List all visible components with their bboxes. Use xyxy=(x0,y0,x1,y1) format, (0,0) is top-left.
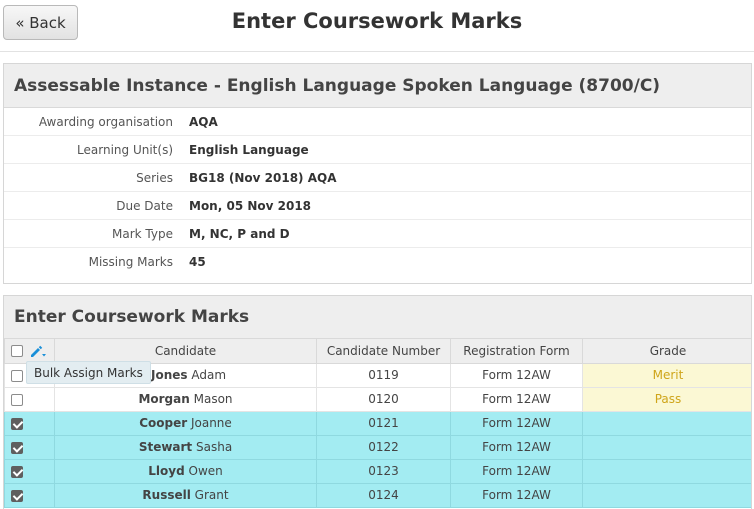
table-row[interactable]: Lloyd Owen 0123 Form 12AW xyxy=(4,458,751,484)
info-row-mark-type: Mark Type M, NC, P and D xyxy=(4,220,751,248)
candidate-cell: Russell Grant xyxy=(54,482,317,508)
info-value: BG18 (Nov 2018) AQA xyxy=(189,170,337,185)
candidate-number-cell: 0121 xyxy=(316,410,451,436)
candidate-number-cell: 0119 xyxy=(316,362,451,388)
top-bar: « Back Enter Coursework Marks xyxy=(0,0,754,52)
info-label: Mark Type xyxy=(112,226,173,241)
candidate-cell: Lloyd Owen xyxy=(54,458,317,484)
grade-cell[interactable]: Merit xyxy=(582,362,751,388)
candidate-number-cell: 0124 xyxy=(316,482,451,508)
candidate-cell: Cooper Joanne xyxy=(54,410,317,436)
registration-form-cell: Form 12AW xyxy=(450,386,583,412)
info-value: 45 xyxy=(189,255,206,269)
table-header-row: Candidate Candidate Number Registration … xyxy=(4,339,751,364)
row-checkbox[interactable] xyxy=(11,393,23,406)
candidate-forename: Joanne xyxy=(190,416,232,430)
candidate-forename: Adam xyxy=(191,368,227,382)
select-all-checkbox[interactable] xyxy=(11,344,23,357)
bulk-assign-pencil-icon[interactable] xyxy=(29,344,47,358)
row-select-cell xyxy=(4,434,55,460)
row-select-cell xyxy=(4,458,55,484)
table-row[interactable]: Russell Grant 0124 Form 12AW xyxy=(4,482,751,508)
coursework-marks-panel: Enter Coursework Marks Candidate Candida… xyxy=(3,295,752,509)
grade-cell[interactable] xyxy=(582,410,751,436)
info-row-learning-units: Learning Unit(s) English Language xyxy=(4,136,751,164)
row-checkbox[interactable] xyxy=(11,465,23,478)
candidate-forename: Grant xyxy=(194,488,229,502)
row-select-cell xyxy=(4,482,55,508)
candidate-surname: Stewart xyxy=(138,440,193,454)
registration-form-cell: Form 12AW xyxy=(450,434,583,460)
registration-form-cell: Form 12AW xyxy=(450,410,583,436)
registration-form-cell: Form 12AW xyxy=(450,458,583,484)
candidate-forename: Mason xyxy=(193,392,233,406)
candidate-forename: Owen xyxy=(188,464,223,478)
registration-form-cell: Form 12AW xyxy=(450,482,583,508)
page-title: Enter Coursework Marks xyxy=(231,9,523,33)
candidate-number-cell: 0123 xyxy=(316,458,451,484)
marks-heading: Enter Coursework Marks xyxy=(4,296,751,339)
candidate-number-cell: 0120 xyxy=(316,386,451,412)
info-row-missing-marks: Missing Marks 45 xyxy=(4,248,751,276)
table-row[interactable]: Morgan Mason 0120 Form 12AW Pass xyxy=(4,386,751,412)
grade-header[interactable]: Grade xyxy=(582,339,751,364)
candidate-header[interactable]: Candidate xyxy=(54,339,317,364)
select-header xyxy=(4,339,55,364)
registration-form-cell: Form 12AW xyxy=(450,362,583,388)
info-label: Series xyxy=(136,170,173,185)
grade-cell[interactable] xyxy=(582,458,751,484)
candidate-cell: Morgan Mason xyxy=(54,386,317,412)
info-row-series: Series BG18 (Nov 2018) AQA xyxy=(4,164,751,192)
info-row-awarding-organisation: Awarding organisation AQA xyxy=(4,108,751,136)
grade-cell[interactable]: Pass xyxy=(582,386,751,412)
info-label: Learning Unit(s) xyxy=(77,142,173,157)
candidate-surname: Jones xyxy=(151,368,188,382)
row-select-cell xyxy=(4,410,55,436)
row-select-cell xyxy=(4,386,55,412)
candidate-surname: Lloyd xyxy=(148,464,185,478)
candidate-forename: Sasha xyxy=(196,440,233,454)
row-checkbox[interactable] xyxy=(11,369,23,382)
info-row-due-date: Due Date Mon, 05 Nov 2018 xyxy=(4,192,751,220)
candidate-cell: Stewart Sasha xyxy=(54,434,317,460)
row-checkbox[interactable] xyxy=(11,417,23,430)
registration-form-header[interactable]: Registration Form xyxy=(450,339,583,364)
info-label: Awarding organisation xyxy=(38,114,173,129)
row-checkbox[interactable] xyxy=(11,489,23,502)
info-value: English Language xyxy=(189,142,309,157)
candidate-surname: Russell xyxy=(142,488,191,502)
candidate-number-header[interactable]: Candidate Number xyxy=(316,339,451,364)
info-value: M, NC, P and D xyxy=(189,226,290,241)
row-checkbox[interactable] xyxy=(11,441,23,454)
instance-heading: Assessable Instance - English Language S… xyxy=(4,64,751,108)
table-row[interactable]: Stewart Sasha 0122 Form 12AW xyxy=(4,434,751,460)
info-label: Missing Marks xyxy=(88,255,173,269)
candidate-surname: Morgan xyxy=(138,392,190,406)
grade-cell[interactable] xyxy=(582,434,751,460)
table-row[interactable]: Cooper Joanne 0121 Form 12AW xyxy=(4,410,751,436)
info-value: Mon, 05 Nov 2018 xyxy=(189,198,312,213)
info-label: Due Date xyxy=(116,198,173,213)
candidate-number-cell: 0122 xyxy=(316,434,451,460)
info-value: AQA xyxy=(189,114,218,129)
bulk-assign-tooltip: Bulk Assign Marks xyxy=(26,361,151,384)
grade-cell[interactable] xyxy=(582,482,751,508)
candidate-surname: Cooper xyxy=(139,416,188,430)
assessable-instance-panel: Assessable Instance - English Language S… xyxy=(3,63,752,284)
